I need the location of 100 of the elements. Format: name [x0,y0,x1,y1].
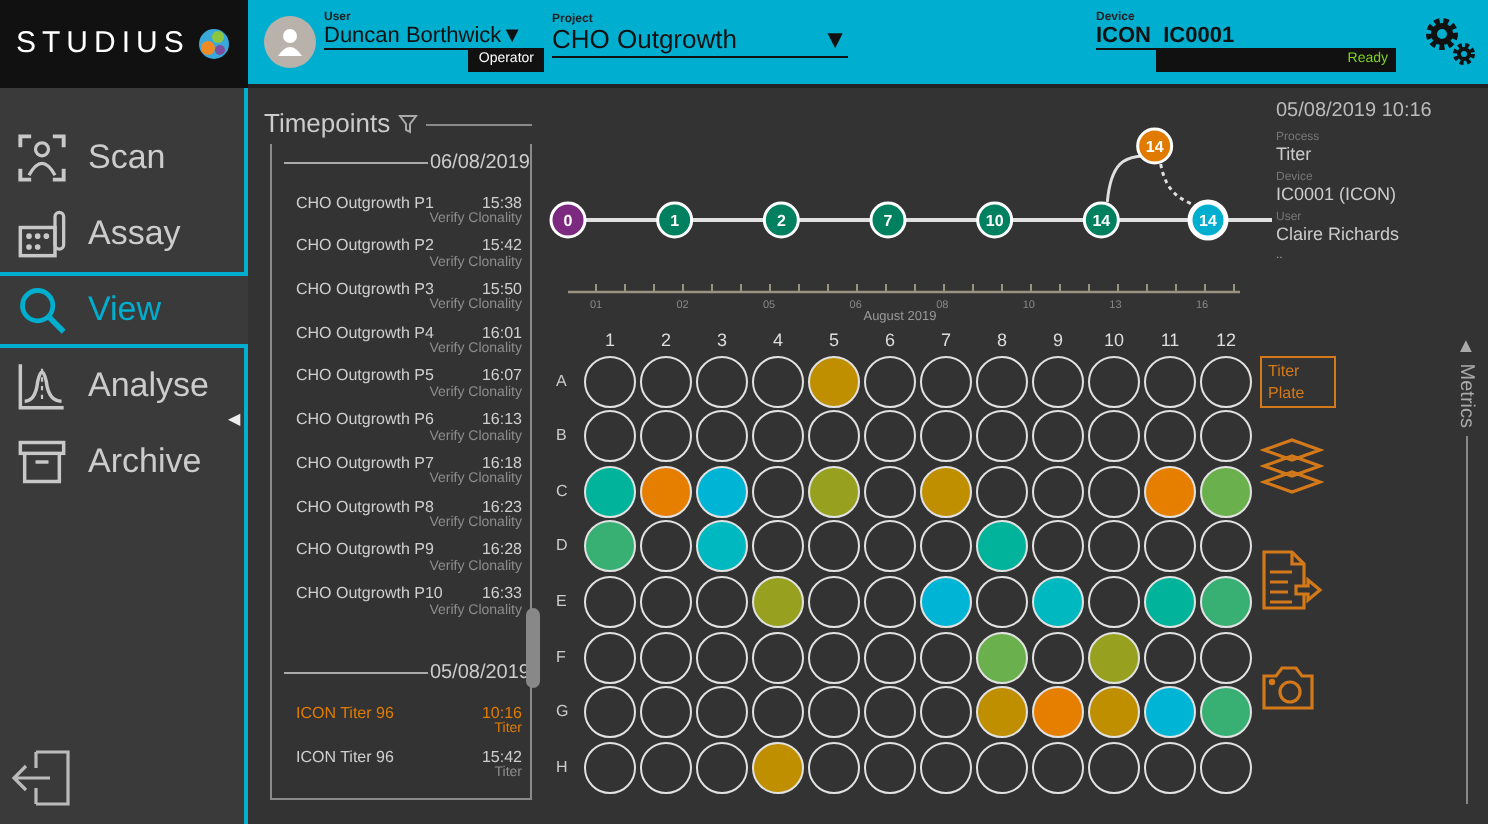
plate-well[interactable] [1200,355,1252,408]
plate-well[interactable] [584,575,636,628]
plate-well[interactable] [864,520,916,573]
plate-well[interactable] [696,631,748,684]
plate-well[interactable] [864,465,916,518]
view-toggle-button[interactable]: Titer Plate [1260,356,1336,409]
plate-well[interactable] [1032,575,1084,628]
plate-well[interactable] [640,465,692,518]
exit-icon[interactable] [8,744,76,812]
plate-well[interactable] [976,686,1028,739]
plate-well[interactable] [1144,686,1196,739]
plate-well[interactable] [864,741,916,794]
plate-well[interactable] [808,741,860,794]
plate-well[interactable] [584,465,636,518]
plate-well[interactable] [1200,465,1252,518]
plate-well[interactable] [696,520,748,573]
plate-well[interactable] [864,355,916,408]
plate-well[interactable] [1088,686,1140,739]
plate-well[interactable] [976,355,1028,408]
plate-well[interactable] [584,520,636,573]
plate-well[interactable] [808,631,860,684]
timeline-node[interactable]: 0 [549,201,587,239]
camera-icon[interactable] [1260,664,1316,713]
plate-well[interactable] [696,465,748,518]
plate-well[interactable] [808,410,860,463]
plate-well[interactable] [920,741,972,794]
plate-well[interactable] [696,686,748,739]
plate-well[interactable] [976,410,1028,463]
plate-well[interactable] [920,520,972,573]
plate-well[interactable] [584,631,636,684]
plate-well[interactable] [1200,631,1252,684]
plate-well[interactable] [1088,631,1140,684]
plate-well[interactable] [752,575,804,628]
plate-well[interactable] [640,575,692,628]
timeline-node[interactable]: 14 [1082,201,1120,239]
project-dropdown[interactable]: CHO Outgrowth ▼ [552,26,848,58]
document-export-icon[interactable] [1260,548,1324,613]
plate-well[interactable] [920,575,972,628]
plate-well[interactable] [584,741,636,794]
plate-well[interactable] [640,741,692,794]
nav-item[interactable]: Assay [0,196,248,272]
plate-well[interactable] [1088,355,1140,408]
nav-item[interactable]: Scan [0,120,248,196]
plate-well[interactable] [976,575,1028,628]
plate-well[interactable] [1032,465,1084,518]
plate-well[interactable] [976,741,1028,794]
plate-well[interactable] [1144,631,1196,684]
plate-well[interactable] [640,520,692,573]
plate-well[interactable] [920,686,972,739]
plate-well[interactable] [696,741,748,794]
plate-well[interactable] [1032,631,1084,684]
plate-well[interactable] [864,686,916,739]
plate-well[interactable] [696,575,748,628]
plate-well[interactable] [808,686,860,739]
timeline-node[interactable]: 7 [869,201,907,239]
plate-well[interactable] [584,410,636,463]
plate-well[interactable] [752,686,804,739]
plate-well[interactable] [640,686,692,739]
plate-well[interactable] [640,355,692,408]
plate-well[interactable] [1032,741,1084,794]
plate-well[interactable] [1144,465,1196,518]
plate-well[interactable] [808,520,860,573]
plate-well[interactable] [752,465,804,518]
plate-well[interactable] [696,355,748,408]
plate-well[interactable] [1088,520,1140,573]
plate-well[interactable] [1088,741,1140,794]
plate-well[interactable] [1088,410,1140,463]
plate-well[interactable] [1144,575,1196,628]
plate-well[interactable] [752,410,804,463]
plate-well[interactable] [1032,410,1084,463]
plate-well[interactable] [920,631,972,684]
plate-well[interactable] [864,410,916,463]
plate-well[interactable] [1144,520,1196,573]
plate-well[interactable] [1200,410,1252,463]
plate-well[interactable] [976,631,1028,684]
plate-well[interactable] [1032,355,1084,408]
plate-well[interactable] [752,355,804,408]
plate-well[interactable] [808,575,860,628]
scrollbar-thumb[interactable] [526,607,540,687]
filter-icon[interactable] [398,113,419,134]
plate-well[interactable] [1032,520,1084,573]
plate-well[interactable] [752,631,804,684]
plate-well[interactable] [976,520,1028,573]
plate-well[interactable] [920,465,972,518]
timeline-node[interactable]: 10 [976,201,1014,239]
plate-well[interactable] [640,631,692,684]
plate-well[interactable] [808,355,860,408]
plate-well[interactable] [1200,520,1252,573]
timeline-node[interactable]: 1 [656,201,694,239]
plate-well[interactable] [1088,575,1140,628]
plate-well[interactable] [864,575,916,628]
plate-well[interactable] [696,410,748,463]
layers-icon[interactable] [1260,436,1324,497]
plate-well[interactable] [1200,686,1252,739]
plate-well[interactable] [1032,686,1084,739]
plate-well[interactable] [640,410,692,463]
plate-well[interactable] [976,465,1028,518]
timeline-node[interactable]: 2 [762,201,800,239]
plate-well[interactable] [864,631,916,684]
nav-item[interactable]: View [0,272,248,348]
